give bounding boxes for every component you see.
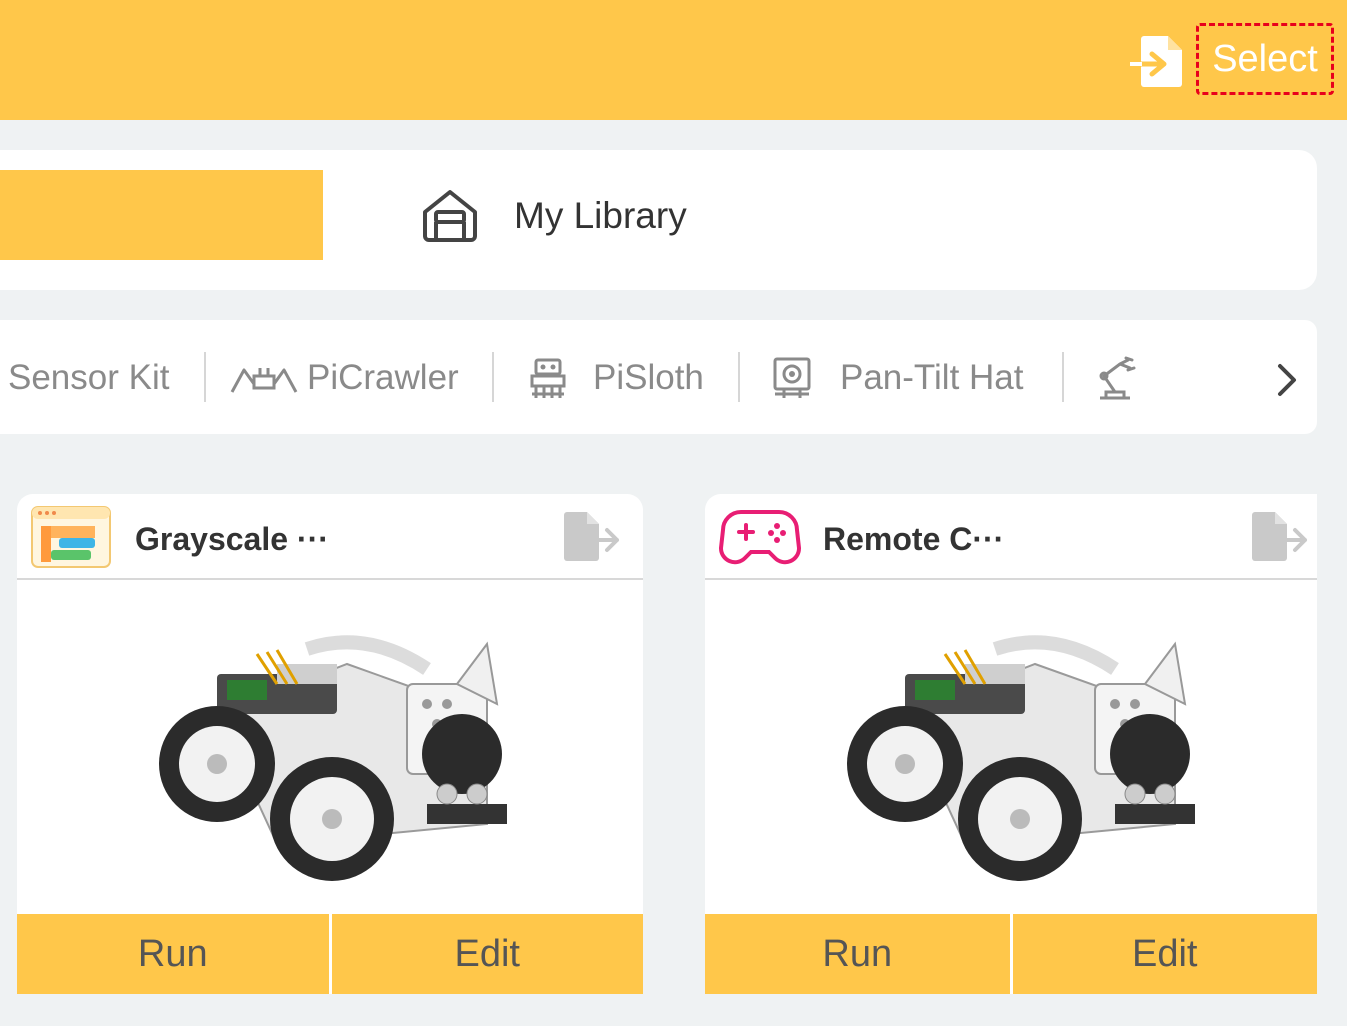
- divider: [492, 352, 494, 402]
- run-button[interactable]: Run: [17, 914, 329, 994]
- divider: [1062, 352, 1064, 402]
- card-header: Grayscale ···: [17, 494, 643, 580]
- project-card[interactable]: Grayscale ··· Run Edit: [17, 494, 643, 994]
- card-header: Remote C···: [705, 494, 1317, 580]
- divider: [738, 352, 740, 402]
- picar-robot-image: [847, 635, 1195, 881]
- card-title: Remote C···: [823, 520, 1004, 558]
- select-button[interactable]: Select: [1196, 23, 1334, 95]
- crawler-icon: [230, 368, 298, 393]
- import-file-icon[interactable]: [1128, 34, 1184, 88]
- share-export-icon[interactable]: [1251, 510, 1309, 562]
- divider: [204, 352, 206, 402]
- card-title-text: Grayscale: [135, 521, 289, 557]
- card-title-text: Remote C: [823, 521, 973, 557]
- card-actions: Run Edit: [17, 914, 643, 994]
- camera-mount-icon: [773, 357, 811, 398]
- share-export-icon[interactable]: [563, 510, 621, 562]
- robot-arm-icon[interactable]: [1096, 356, 1138, 400]
- edit-button[interactable]: Edit: [1009, 914, 1318, 994]
- top-bar: Select: [0, 0, 1347, 120]
- run-button[interactable]: Run: [705, 914, 1010, 994]
- project-card[interactable]: Remote C··· Run Edit: [705, 494, 1317, 994]
- kit-tab-pan-tilt-hat[interactable]: Pan-Tilt Hat: [840, 356, 1023, 400]
- kit-tab-sensor-kit[interactable]: Sensor Kit: [8, 356, 169, 400]
- library-panel: My Library: [0, 150, 1317, 290]
- card-title-ellipsis: ···: [296, 521, 329, 557]
- card-actions: Run Edit: [705, 914, 1317, 994]
- picar-robot-image: [159, 635, 507, 881]
- robot-icon: [530, 358, 566, 398]
- kit-tab-pisloth[interactable]: PiSloth: [593, 356, 704, 400]
- kit-tab-picrawler[interactable]: PiCrawler: [307, 356, 459, 400]
- home-box-icon: [423, 190, 477, 242]
- blocks-app-icon: [31, 506, 111, 568]
- kit-tabs-panel: Sensor Kit PiCrawler PiSloth Pan-Tilt Ha…: [0, 320, 1317, 434]
- card-title: Grayscale ···: [135, 520, 329, 558]
- chevron-right-icon[interactable]: [1272, 360, 1302, 400]
- card-title-ellipsis: ···: [972, 521, 1005, 557]
- my-library-label[interactable]: My Library: [514, 194, 687, 238]
- active-tab-highlight[interactable]: [0, 170, 323, 260]
- gamepad-icon: [719, 510, 801, 565]
- edit-button[interactable]: Edit: [328, 914, 644, 994]
